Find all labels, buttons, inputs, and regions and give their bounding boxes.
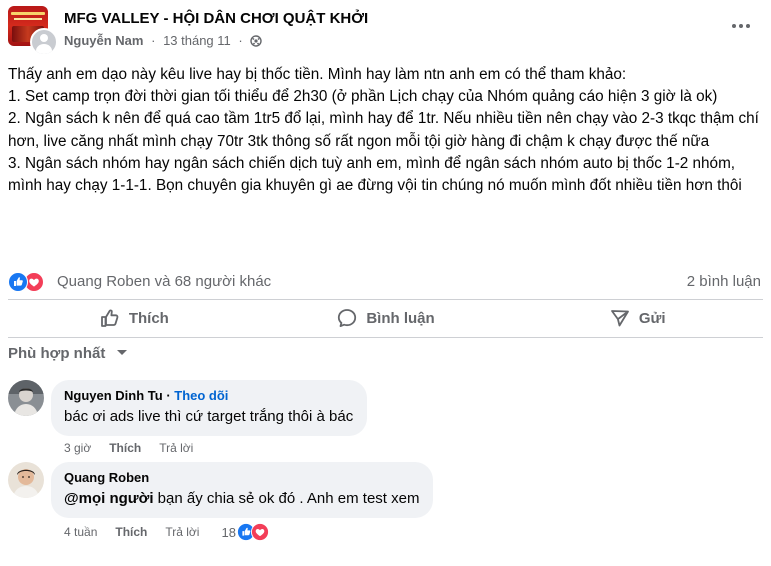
comment-reactions[interactable]: 18	[221, 523, 269, 541]
comment-count[interactable]: 2 bình luận	[687, 273, 761, 290]
comment-actions: 3 giờ Thích Trả lời	[64, 441, 211, 455]
comment-icon	[338, 309, 357, 327]
post-paragraph-3: 3. Ngân sách nhóm hay ngân sách chiến dị…	[8, 154, 742, 195]
meta-separator-2: ·	[238, 33, 243, 48]
action-bar: Thích Bình luận Gửi	[8, 300, 763, 336]
post-header: MFG VALLEY - HỘI DÂN CHƠI QUẬT KHỞI Nguy…	[8, 6, 763, 56]
comment-text-row: @mọi người bạn ấy chia sẻ ok đó . Anh em…	[64, 489, 419, 509]
comment-reaction-count: 18	[221, 524, 236, 540]
commenter-avatar[interactable]	[8, 380, 44, 416]
post-body: Thấy anh em dạo này kêu live hay bị thốc…	[8, 64, 763, 197]
audience-icon[interactable]	[250, 35, 263, 47]
commenter-photo	[8, 462, 44, 498]
reaction-icons[interactable]	[8, 271, 52, 293]
comment-sort-selector[interactable]: Phù hợp nhất	[8, 345, 128, 362]
sort-label: Phù hợp nhất	[8, 345, 106, 362]
avatar-body	[36, 44, 52, 54]
post-paragraph-intro: Thấy anh em dạo này kêu live hay bị thốc…	[8, 66, 627, 83]
post-paragraph-2: 2. Ngân sách k nên để quá cao tầm 1tr5 đ…	[8, 110, 759, 150]
avatar-head	[40, 34, 48, 42]
comment-time[interactable]: 3 giờ	[64, 441, 91, 455]
meta-separator: ·	[151, 33, 156, 48]
post-date[interactable]: 13 tháng 11	[163, 33, 231, 48]
comment-bubble: Nguyen Dinh Tu · Theo dõi bác ơi ads liv…	[51, 380, 368, 436]
like-reaction-icon	[8, 272, 28, 292]
comment-bubble: Quang Roben @mọi người bạn ấy chia sẻ ok…	[51, 462, 434, 518]
group-avatar-stripe-2	[14, 18, 42, 20]
comment-reply-button[interactable]: Trả lời	[159, 441, 193, 455]
love-reaction-icon	[250, 523, 269, 541]
commenter-name-row: Nguyen Dinh Tu · Theo dõi	[64, 388, 229, 403]
follow-link[interactable]: Theo dõi	[174, 388, 228, 403]
comment-button[interactable]: Bình luận	[260, 300, 512, 336]
share-label: Gửi	[638, 309, 666, 327]
thumbs-up-icon	[100, 309, 119, 327]
divider-bottom	[8, 337, 763, 338]
like-label: Thích	[128, 309, 169, 327]
mention-link[interactable]: @mọi người	[64, 490, 153, 507]
comment-text: bạn ấy chia sẻ ok đó . Anh em test xem	[153, 490, 420, 507]
commenter-name[interactable]: Nguyen Dinh Tu	[64, 388, 163, 403]
send-icon	[610, 310, 629, 327]
author-name[interactable]: Nguyễn Nam	[64, 33, 143, 48]
share-button[interactable]: Gửi	[511, 300, 763, 336]
author-avatar[interactable]	[30, 28, 58, 56]
comment-label: Bình luận	[366, 309, 435, 327]
comment-actions: 4 tuần Thích Trả lời 18	[64, 523, 269, 541]
reaction-summary: Quang Roben và 68 người khác 2 bình luận	[8, 271, 763, 293]
commenter-photo	[8, 380, 44, 416]
comment-time[interactable]: 4 tuần	[64, 525, 97, 539]
comment-like-button[interactable]: Thích	[115, 525, 147, 539]
like-button[interactable]: Thích	[8, 300, 260, 336]
comment-like-button[interactable]: Thích	[109, 441, 141, 455]
reaction-names[interactable]: Quang Roben và 68 người khác	[57, 273, 271, 290]
post-meta: Nguyễn Nam · 13 tháng 11 ·	[64, 33, 263, 48]
group-avatar-stripe	[11, 12, 45, 15]
comment-text: bác ơi ads live thì cứ target trắng thôi…	[64, 408, 354, 425]
commenter-name[interactable]: Quang Roben	[64, 470, 419, 486]
group-name[interactable]: MFG VALLEY - HỘI DÂN CHƠI QUẬT KHỞI	[64, 10, 368, 27]
more-options-icon[interactable]	[729, 14, 753, 38]
post-paragraph-1: 1. Set camp trọn đời thời gian tối thiểu…	[8, 88, 718, 106]
commenter-avatar[interactable]	[8, 462, 44, 498]
chevron-down-icon	[116, 350, 127, 355]
comment-reply-button[interactable]: Trả lời	[165, 525, 199, 539]
